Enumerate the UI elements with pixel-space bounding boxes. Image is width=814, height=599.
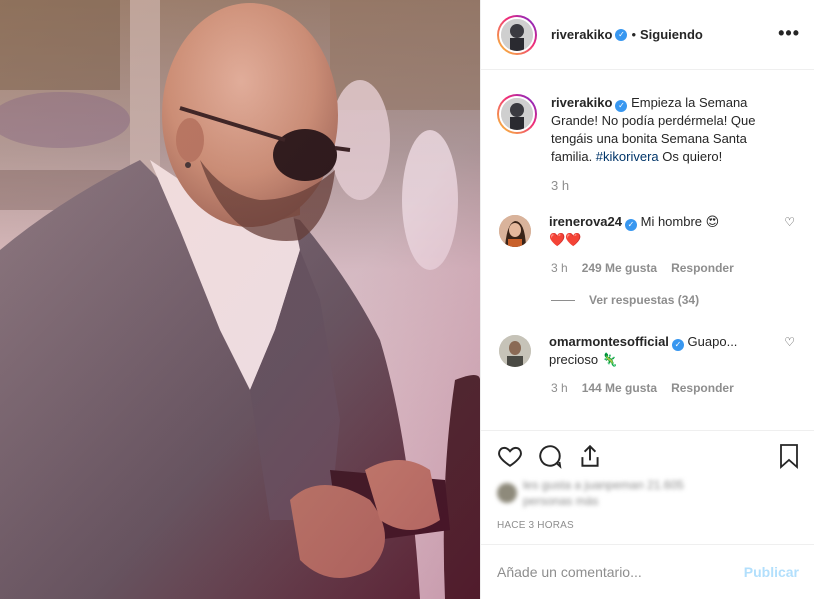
caption-text-block: riverakiko ✓ Empieza la Semana Grande! No… (551, 94, 773, 166)
following-button[interactable]: Siguiendo (640, 27, 703, 42)
caption-avatar-image (501, 98, 533, 130)
author-username[interactable]: riverakiko (551, 27, 612, 42)
header-author-block: riverakiko ✓ • Siguiendo (551, 27, 703, 42)
post-caption: riverakiko ✓ Empieza la Semana Grande! No… (497, 94, 799, 166)
add-comment-bar: Publicar (481, 544, 814, 599)
heart-icon[interactable] (497, 443, 523, 472)
post-photo[interactable] (0, 0, 480, 599)
comment-text: Guapo... (687, 334, 738, 349)
liked-by-text-blurred: les gusta a juanpeman 21.605 personas más (523, 478, 684, 508)
comment-icon[interactable] (537, 443, 563, 472)
post-time-ago[interactable]: HACE 3 HORAS (497, 520, 574, 531)
view-replies-label: Ver respuestas (34) (589, 293, 700, 307)
commenter-avatar[interactable] (499, 215, 531, 247)
bookmark-icon[interactable] (777, 443, 801, 472)
comments-list[interactable]: riverakiko ✓ Empieza la Semana Grande! No… (481, 70, 814, 430)
caption-avatar[interactable] (497, 94, 537, 134)
more-options-icon[interactable]: ••• (778, 24, 800, 42)
comment-likes-count[interactable]: 144 Me gusta (582, 381, 657, 395)
verified-badge-icon: ✓ (671, 339, 684, 351)
liked-by-summary[interactable]: les gusta a juanpeman 21.605 personas más (497, 477, 684, 509)
publish-button[interactable]: Publicar (744, 564, 799, 580)
post-photo-illustration (0, 0, 480, 599)
replies-divider-line (551, 299, 575, 301)
caption-time[interactable]: 3 h (551, 178, 799, 193)
commenter-avatar-image (499, 335, 531, 367)
comment-text: Mi hombre 😍 (640, 214, 720, 229)
comment-text-block: omarmontesofficial ✓ Guapo... precioso 🦎 (549, 333, 757, 369)
caption-username[interactable]: riverakiko (551, 95, 612, 110)
separator-dot: • (631, 27, 636, 42)
comment-meta: 3 h 249 Me gusta Responder (551, 261, 799, 275)
comment-like-heart-icon[interactable]: ♡ (784, 215, 795, 229)
comment-text-second-line: ❤️❤️ (549, 232, 582, 247)
verified-badge-icon: ✓ (615, 100, 628, 112)
liker-avatar (497, 483, 517, 503)
comment-likes-count[interactable]: 249 Me gusta (582, 261, 657, 275)
comment-reply-button[interactable]: Responder (671, 261, 734, 275)
comment-meta: 3 h 144 Me gusta Responder (551, 381, 799, 395)
comment-time[interactable]: 3 h (551, 261, 568, 275)
comment-like-heart-icon[interactable]: ♡ (784, 335, 795, 349)
comment-username[interactable]: irenerova24 (549, 214, 622, 229)
commenter-avatar-image (499, 215, 531, 247)
instagram-post: riverakiko ✓ • Siguiendo ••• riverakiko … (0, 0, 814, 599)
commenter-avatar[interactable] (499, 335, 531, 367)
post-side-panel: riverakiko ✓ • Siguiendo ••• riverakiko … (480, 0, 814, 599)
comment-text-block: irenerova24 ✓ Mi hombre 😍 ❤️❤️ (549, 213, 757, 249)
post-actions-bar (481, 430, 814, 480)
verified-badge-icon: ✓ (625, 219, 637, 231)
comment-item: irenerova24 ✓ Mi hombre 😍 ❤️❤️ ♡ (497, 213, 799, 249)
caption-hashtag[interactable]: #kikorivera (596, 149, 659, 164)
author-avatar[interactable] (497, 14, 537, 55)
add-comment-input[interactable] (497, 564, 744, 580)
comment-time[interactable]: 3 h (551, 381, 568, 395)
share-icon[interactable] (577, 443, 603, 472)
post-header: riverakiko ✓ • Siguiendo ••• (481, 0, 814, 70)
verified-badge-icon: ✓ (615, 28, 628, 41)
view-replies-button[interactable]: Ver respuestas (34) (551, 293, 799, 307)
comment-username[interactable]: omarmontesofficial (549, 334, 669, 349)
comment-reply-button[interactable]: Responder (671, 381, 734, 395)
caption-text-end: Os quiero! (658, 149, 723, 164)
comment-item: omarmontesofficial ✓ Guapo... precioso 🦎 … (497, 333, 799, 369)
comment-text-second-line: precioso 🦎 (549, 352, 618, 367)
author-avatar-image (501, 18, 533, 51)
